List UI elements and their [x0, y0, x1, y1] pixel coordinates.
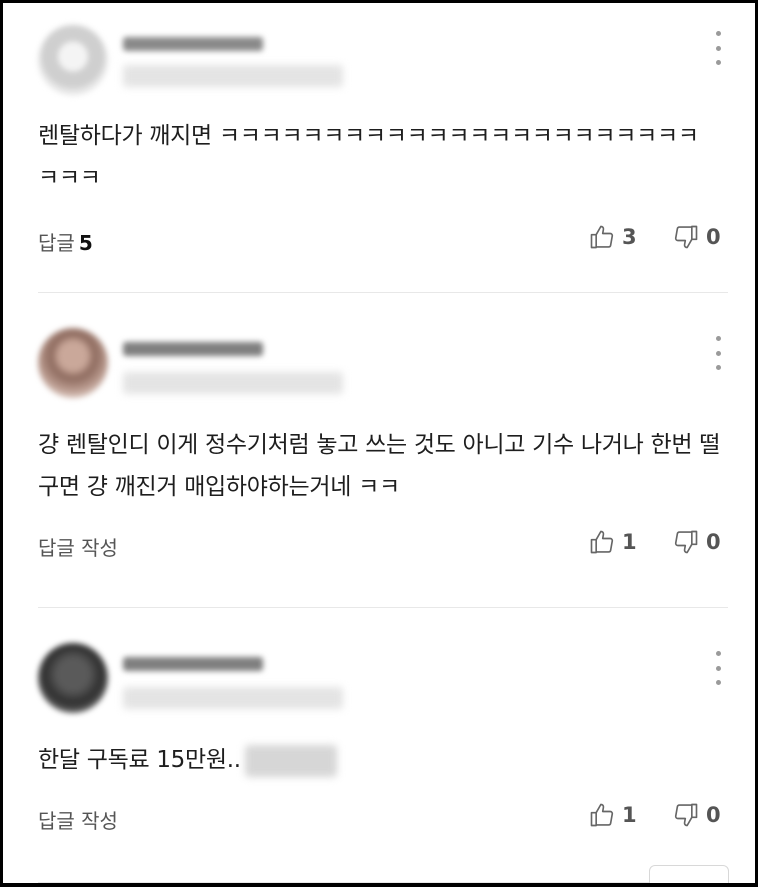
author-name[interactable] [123, 37, 263, 51]
comment-item: 걍 렌탈인디 이게 정수기처럼 놓고 쓰는 것도 아니고 기수 나거나 한번 떨… [38, 328, 728, 573]
reply-label: 답글 작성 [38, 536, 118, 560]
divider [38, 607, 728, 608]
thumbs-up-icon [590, 530, 614, 554]
like-count: 3 [622, 225, 637, 249]
comment-text: 한달 구독료 15만원.. [38, 739, 728, 781]
reply-label: 답글 작성 [38, 809, 118, 833]
thumbs-up-icon [590, 803, 614, 827]
comment-text: 걍 렌탈인디 이게 정수기처럼 놓고 쓰는 것도 아니고 기수 나거나 한번 떨… [38, 432, 721, 500]
avatar[interactable] [38, 25, 108, 95]
like-button[interactable]: 1 [588, 801, 637, 829]
redacted-text [244, 744, 337, 777]
reply-label: 답글 [38, 231, 75, 255]
like-count: 1 [622, 803, 637, 827]
more-options-icon[interactable] [712, 651, 724, 685]
thumbs-down-icon [674, 225, 698, 249]
comment-date [123, 65, 343, 87]
avatar[interactable] [38, 328, 108, 398]
comment-item: 렌탈하다가 깨지면 ㅋㅋㅋㅋㅋㅋㅋㅋㅋㅋㅋㅋㅋㅋㅋㅋㅋㅋㅋㅋㅋㅋㅋㅋㅋㅋ 답글 5… [38, 25, 728, 265]
comment-text-content: 한달 구독료 15만원.. [38, 747, 241, 773]
comment-text: 렌탈하다가 깨지면 ㅋㅋㅋㅋㅋㅋㅋㅋㅋㅋㅋㅋㅋㅋㅋㅋㅋㅋㅋㅋㅋㅋㅋㅋㅋㅋ [38, 123, 699, 191]
avatar[interactable] [38, 643, 108, 713]
comment-list: 렌탈하다가 깨지면 ㅋㅋㅋㅋㅋㅋㅋㅋㅋㅋㅋㅋㅋㅋㅋㅋㅋㅋㅋㅋㅋㅋㅋㅋㅋㅋ 답글 5… [0, 0, 758, 887]
more-options-icon[interactable] [712, 336, 724, 370]
dislike-button[interactable]: 0 [672, 528, 721, 556]
reply-button[interactable]: 답글 5 [38, 227, 93, 256]
divider [38, 882, 728, 883]
load-more-button[interactable] [649, 865, 729, 883]
comment-date [123, 372, 343, 394]
divider [38, 292, 728, 293]
comment-item: 한달 구독료 15만원.. 답글 작성 1 0 [38, 643, 728, 863]
reply-count: 5 [78, 231, 93, 255]
author-name[interactable] [123, 657, 263, 671]
dislike-count: 0 [706, 225, 721, 249]
comment-date [123, 687, 343, 709]
thumbs-down-icon [674, 803, 698, 827]
dislike-button[interactable]: 0 [672, 801, 721, 829]
dislike-count: 0 [706, 530, 721, 554]
thumbs-up-icon [590, 225, 614, 249]
dislike-count: 0 [706, 803, 721, 827]
thumbs-down-icon [674, 530, 698, 554]
reply-button[interactable]: 답글 작성 [38, 532, 118, 561]
more-options-icon[interactable] [712, 31, 724, 65]
like-button[interactable]: 1 [588, 528, 637, 556]
author-name[interactable] [123, 342, 263, 356]
like-count: 1 [622, 530, 637, 554]
like-button[interactable]: 3 [588, 223, 637, 251]
reply-button[interactable]: 답글 작성 [38, 805, 118, 834]
dislike-button[interactable]: 0 [672, 223, 721, 251]
